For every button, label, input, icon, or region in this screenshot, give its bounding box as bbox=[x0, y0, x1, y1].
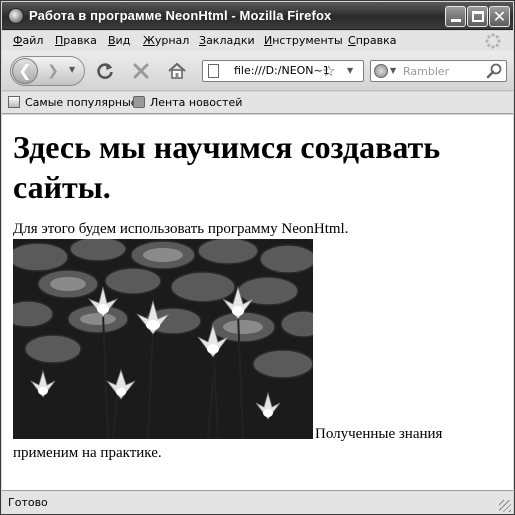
menu-view[interactable]: Вид bbox=[108, 34, 130, 47]
close-button[interactable]: ✕ bbox=[489, 6, 510, 27]
stop-icon bbox=[133, 63, 149, 79]
bookmark-most-visited[interactable]: Самые популярные bbox=[8, 96, 138, 109]
url-text[interactable]: file:///D:/NEON~1 bbox=[234, 64, 330, 77]
url-dropdown-icon[interactable]: ▼ bbox=[347, 66, 353, 75]
menu-history-accel: Ж bbox=[143, 34, 155, 47]
resize-grip[interactable] bbox=[499, 500, 511, 512]
menu-history-label: урнал bbox=[154, 34, 190, 47]
menu-file[interactable]: Файл bbox=[13, 34, 43, 47]
page-heading: Здесь мы научимся создавать сайты. bbox=[13, 129, 441, 205]
menu-help-label: правка bbox=[355, 34, 397, 47]
navigation-toolbar: ❮ ❯ ▼ file:///D:/NEON~1 ☆ ▼ ▼ Rambler bbox=[2, 51, 513, 91]
minimize-button[interactable] bbox=[445, 6, 466, 27]
forward-arrow-icon: ❯ bbox=[47, 63, 59, 79]
address-bar[interactable]: file:///D:/NEON~1 ☆ ▼ bbox=[202, 60, 364, 82]
menu-edit-label: равка bbox=[63, 34, 97, 47]
menu-file-label: айл bbox=[22, 34, 44, 47]
menu-bookmarks[interactable]: Закладки bbox=[199, 34, 255, 47]
menu-tools-accel: И bbox=[264, 34, 273, 47]
forward-button[interactable]: ❯ bbox=[40, 60, 66, 82]
bookmark-news-feed[interactable]: Лента новостей bbox=[133, 96, 242, 109]
reload-button[interactable] bbox=[94, 60, 116, 82]
menu-bookmarks-accel: З bbox=[199, 34, 207, 47]
menu-tools[interactable]: Инструменты bbox=[264, 34, 343, 47]
search-icon[interactable] bbox=[485, 62, 503, 80]
bookmark-news-feed-label: Лента новостей bbox=[150, 96, 243, 109]
menu-bar: Файл Правка Вид Журнал Закладки Инструме… bbox=[2, 31, 513, 51]
maximize-icon bbox=[472, 11, 484, 22]
menu-edit[interactable]: Правка bbox=[55, 34, 97, 47]
throbber-icon bbox=[485, 33, 501, 49]
history-dropdown-icon[interactable]: ▼ bbox=[69, 65, 75, 74]
title-bar[interactable]: Работа в программе NeonHtml - Mozilla Fi… bbox=[2, 2, 513, 30]
home-icon bbox=[168, 62, 186, 79]
status-bar: Готово bbox=[2, 490, 513, 514]
menu-history[interactable]: Журнал bbox=[143, 34, 189, 47]
firefox-icon bbox=[8, 8, 24, 24]
back-button[interactable]: ❮ bbox=[12, 58, 38, 84]
bookmark-page-icon bbox=[8, 96, 20, 108]
search-bar[interactable]: ▼ bbox=[370, 60, 507, 82]
stop-button[interactable] bbox=[130, 60, 152, 82]
close-icon: ✕ bbox=[492, 7, 507, 26]
menu-help[interactable]: Справка bbox=[348, 34, 396, 47]
menu-tools-label: нструменты bbox=[272, 34, 343, 47]
maximize-button[interactable] bbox=[467, 6, 488, 27]
menu-help-accel: С bbox=[348, 34, 356, 47]
window-title: Работа в программе NeonHtml - Mozilla Fi… bbox=[29, 8, 332, 23]
page-content: Здесь мы научимся создавать сайты. Для э… bbox=[2, 115, 513, 490]
status-text: Готово bbox=[8, 496, 48, 509]
reload-icon bbox=[97, 63, 113, 79]
intro-text: Для этого будем использовать программу N… bbox=[13, 221, 349, 237]
bookmark-most-visited-label: Самые популярные bbox=[25, 96, 138, 109]
home-button[interactable] bbox=[166, 60, 188, 82]
back-arrow-icon: ❮ bbox=[18, 61, 32, 80]
browser-window: Работа в программе NeonHtml - Mozilla Fi… bbox=[0, 0, 515, 515]
engine-dropdown-icon[interactable]: ▼ bbox=[390, 66, 396, 75]
rss-feed-icon bbox=[133, 96, 145, 108]
back-forward-group: ❮ ❯ ▼ bbox=[10, 56, 85, 86]
water-lilies-image bbox=[13, 239, 313, 439]
after-image-text-continued: применим на практике. bbox=[13, 445, 162, 461]
page-icon bbox=[208, 64, 219, 78]
search-input[interactable] bbox=[403, 63, 483, 79]
menu-view-label: ид bbox=[115, 34, 131, 47]
menu-bookmarks-label: акладки bbox=[206, 34, 255, 47]
minimize-icon bbox=[451, 19, 461, 22]
bookmarks-toolbar: Самые популярные Лента новостей bbox=[2, 92, 513, 114]
bookmark-star-icon[interactable]: ☆ bbox=[322, 62, 335, 80]
menu-view-accel: В bbox=[108, 34, 116, 47]
after-image-text: Полученные знания bbox=[315, 426, 443, 442]
search-engine-icon[interactable] bbox=[374, 64, 388, 78]
